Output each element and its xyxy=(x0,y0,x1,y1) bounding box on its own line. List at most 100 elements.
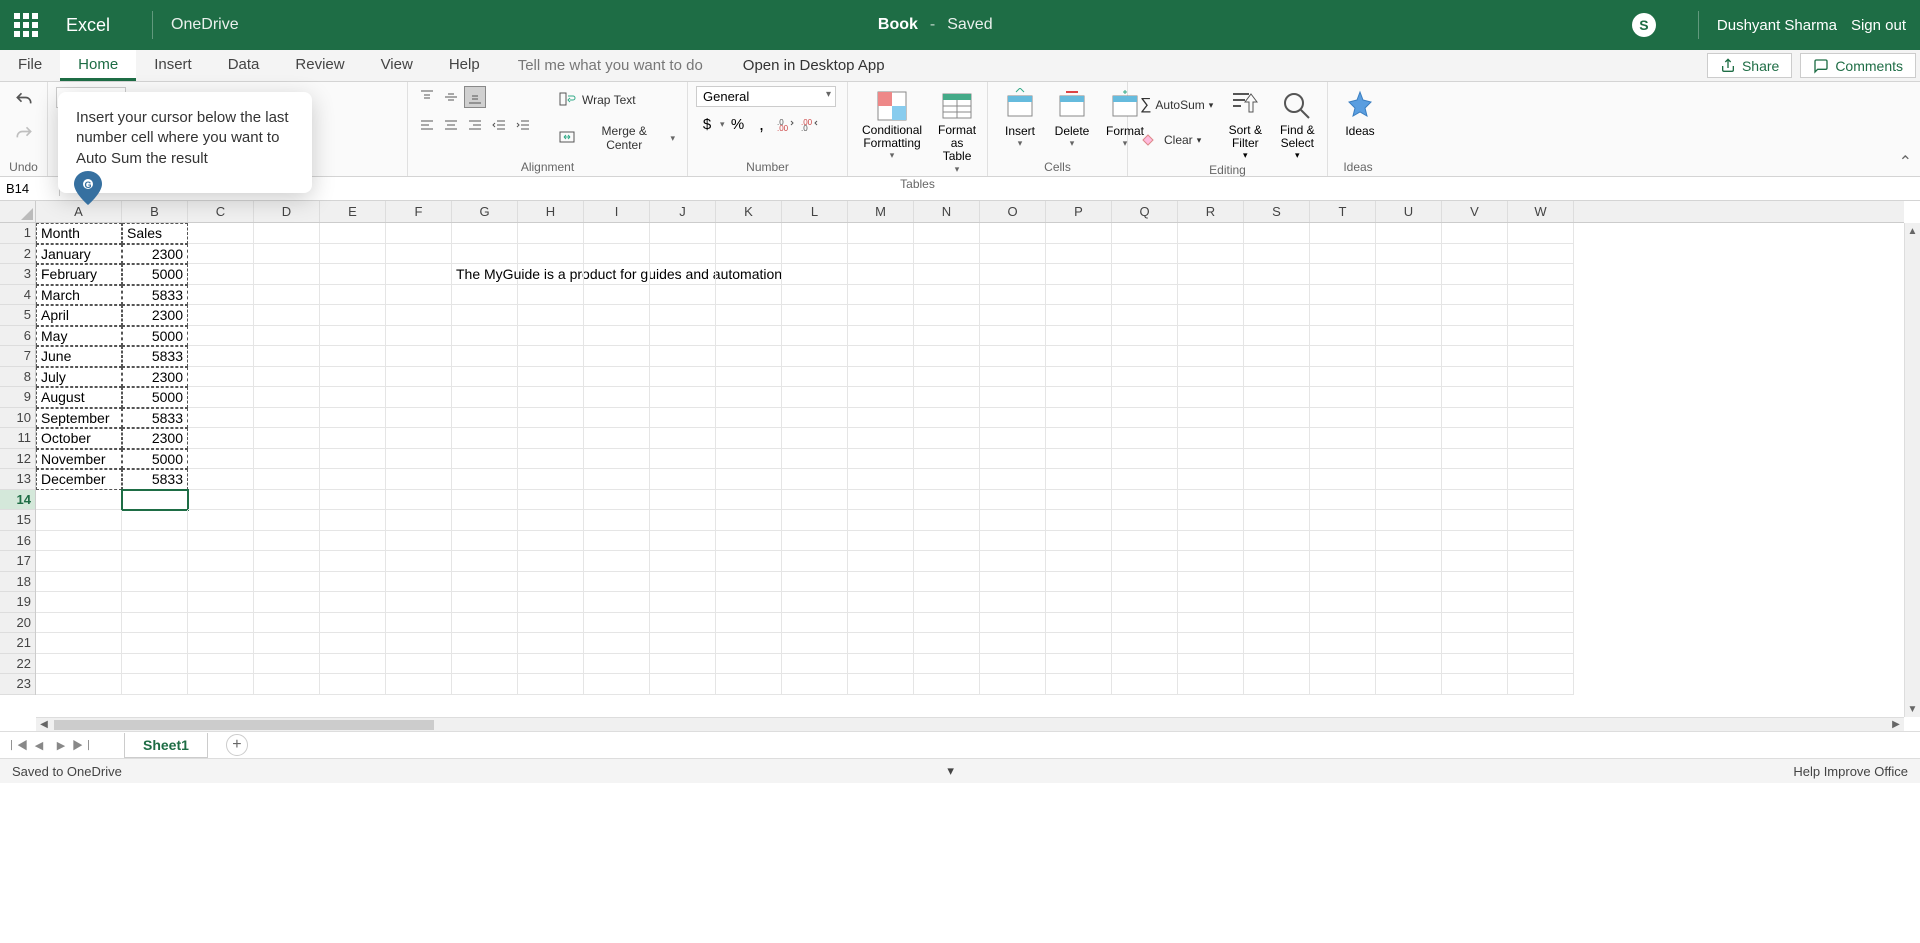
cell[interactable] xyxy=(914,592,980,613)
row-header[interactable]: 12 xyxy=(0,449,35,470)
row-header[interactable]: 15 xyxy=(0,510,35,531)
row-header[interactable]: 18 xyxy=(0,572,35,593)
cell[interactable] xyxy=(1046,305,1112,326)
cell[interactable] xyxy=(1244,490,1310,511)
cell[interactable] xyxy=(518,408,584,429)
cell[interactable] xyxy=(980,326,1046,347)
cell[interactable] xyxy=(980,572,1046,593)
row-header[interactable]: 19 xyxy=(0,592,35,613)
cell[interactable] xyxy=(188,449,254,470)
cell[interactable] xyxy=(320,264,386,285)
cell[interactable] xyxy=(1508,674,1574,695)
cell[interactable] xyxy=(1442,387,1508,408)
tell-me-search[interactable]: Tell me what you want to do xyxy=(498,50,723,81)
cell[interactable] xyxy=(1046,223,1112,244)
cell[interactable] xyxy=(518,510,584,531)
align-left-button[interactable] xyxy=(416,114,438,136)
undo-button[interactable] xyxy=(10,86,38,114)
cell[interactable] xyxy=(188,244,254,265)
cell[interactable]: 5833 xyxy=(122,285,188,306)
column-header[interactable]: I xyxy=(584,201,650,222)
cell[interactable] xyxy=(1046,244,1112,265)
row-header[interactable]: 2 xyxy=(0,244,35,265)
cell[interactable] xyxy=(1508,326,1574,347)
cell[interactable] xyxy=(188,346,254,367)
cell[interactable] xyxy=(584,244,650,265)
cell[interactable] xyxy=(188,531,254,552)
cell[interactable] xyxy=(980,490,1046,511)
cell[interactable] xyxy=(188,223,254,244)
cell[interactable] xyxy=(1178,551,1244,572)
cell[interactable]: March xyxy=(36,285,122,306)
cell[interactable] xyxy=(650,674,716,695)
cell[interactable] xyxy=(386,428,452,449)
cell[interactable] xyxy=(320,305,386,326)
cell[interactable] xyxy=(452,510,518,531)
clear-button[interactable]: Clear▾ xyxy=(1136,126,1217,154)
collapse-ribbon-icon[interactable]: ⌃ xyxy=(1899,152,1912,172)
cell[interactable] xyxy=(1178,572,1244,593)
cell[interactable] xyxy=(452,592,518,613)
cell[interactable] xyxy=(980,551,1046,572)
cell[interactable] xyxy=(1112,449,1178,470)
cell[interactable] xyxy=(914,223,980,244)
cell[interactable] xyxy=(980,305,1046,326)
cell[interactable] xyxy=(1244,654,1310,675)
cell[interactable] xyxy=(584,531,650,552)
cell[interactable] xyxy=(1442,305,1508,326)
cell[interactable] xyxy=(254,613,320,634)
align-top-button[interactable] xyxy=(416,86,438,108)
sheet-nav-first[interactable]: 丨◀ xyxy=(6,734,28,756)
cell[interactable] xyxy=(1178,490,1244,511)
column-header[interactable]: Q xyxy=(1112,201,1178,222)
cell[interactable] xyxy=(1046,613,1112,634)
cell[interactable] xyxy=(386,531,452,552)
row-header[interactable]: 20 xyxy=(0,613,35,634)
cell[interactable] xyxy=(716,674,782,695)
cell[interactable] xyxy=(584,326,650,347)
cell[interactable]: 2300 xyxy=(122,428,188,449)
cell[interactable] xyxy=(1046,551,1112,572)
cell[interactable] xyxy=(716,387,782,408)
cell[interactable] xyxy=(1310,346,1376,367)
cell[interactable] xyxy=(1508,346,1574,367)
cell[interactable] xyxy=(848,551,914,572)
cell[interactable] xyxy=(1508,244,1574,265)
cell[interactable]: January xyxy=(36,244,122,265)
cell[interactable] xyxy=(1508,613,1574,634)
cell[interactable] xyxy=(320,531,386,552)
cell[interactable] xyxy=(188,367,254,388)
scroll-up-icon[interactable]: ▲ xyxy=(1905,223,1920,239)
cell[interactable] xyxy=(320,674,386,695)
cell[interactable] xyxy=(1178,633,1244,654)
cell[interactable] xyxy=(1046,531,1112,552)
cell[interactable] xyxy=(452,244,518,265)
cell[interactable] xyxy=(1376,531,1442,552)
column-header[interactable]: M xyxy=(848,201,914,222)
cell[interactable] xyxy=(914,674,980,695)
cell[interactable] xyxy=(1376,244,1442,265)
cell[interactable] xyxy=(1046,408,1112,429)
cell[interactable] xyxy=(518,469,584,490)
cell[interactable] xyxy=(1310,592,1376,613)
sort-filter-button[interactable]: Sort & Filter▾ xyxy=(1221,86,1269,163)
cell[interactable] xyxy=(584,305,650,326)
cell[interactable] xyxy=(848,346,914,367)
cell[interactable] xyxy=(1310,305,1376,326)
cell[interactable] xyxy=(36,613,122,634)
cell[interactable] xyxy=(122,510,188,531)
cell[interactable] xyxy=(1376,346,1442,367)
cell[interactable] xyxy=(518,326,584,347)
cell[interactable] xyxy=(848,264,914,285)
tab-help[interactable]: Help xyxy=(431,50,498,81)
cell[interactable]: 5833 xyxy=(122,346,188,367)
cell[interactable] xyxy=(452,346,518,367)
cell[interactable] xyxy=(188,572,254,593)
conditional-formatting-button[interactable]: Conditional Formatting▾ xyxy=(856,86,928,163)
cell[interactable] xyxy=(980,633,1046,654)
cell[interactable] xyxy=(848,490,914,511)
sheet-nav-prev[interactable]: ◀ xyxy=(28,734,50,756)
cell[interactable] xyxy=(1178,510,1244,531)
cell[interactable] xyxy=(848,223,914,244)
cell[interactable] xyxy=(1508,367,1574,388)
